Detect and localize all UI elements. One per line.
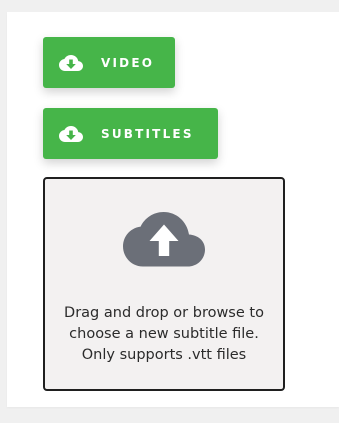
dropzone-line-1: Drag and drop or browse to: [64, 305, 264, 321]
dropzone-line-2: choose a new subtitle file.: [69, 326, 259, 342]
cloud-download-icon: [59, 124, 83, 144]
download-subtitles-button[interactable]: SUBTITLES: [43, 108, 218, 159]
cloud-upload-icon: [123, 211, 205, 271]
subtitle-dropzone[interactable]: Drag and drop or browse to choose a new …: [43, 177, 285, 391]
download-video-button[interactable]: VIDEO: [43, 37, 175, 88]
dropzone-line-3: Only supports .vtt files: [81, 347, 247, 363]
dropzone-instructions: Drag and drop or browse to choose a new …: [45, 303, 283, 366]
cloud-download-icon: [59, 53, 83, 73]
subtitles-button-label: SUBTITLES: [101, 126, 194, 141]
video-button-label: VIDEO: [101, 55, 155, 70]
